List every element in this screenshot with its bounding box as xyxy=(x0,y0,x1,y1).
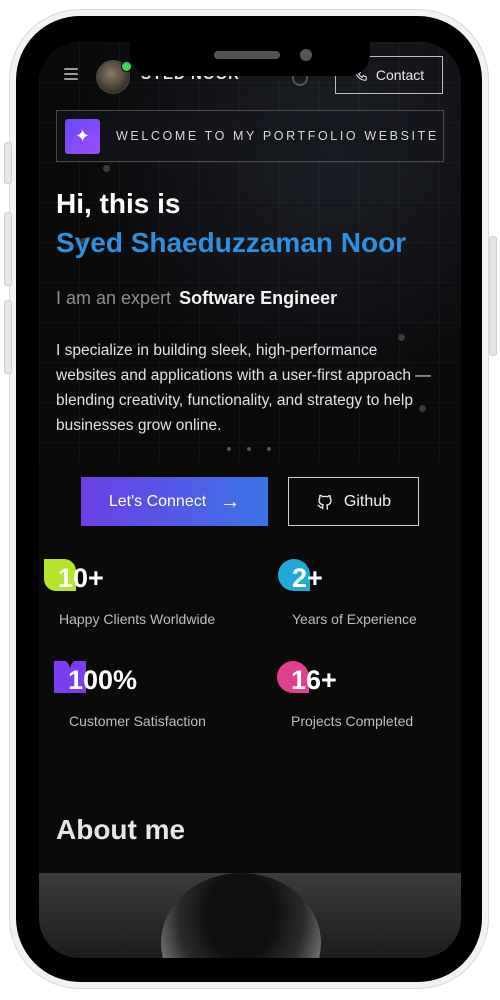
welcome-banner: ✦ WELCOME TO MY PORTFOLIO WEBSITE xyxy=(56,110,444,162)
volume-up-button xyxy=(4,212,12,286)
lets-connect-button[interactable]: Let's Connect → xyxy=(81,477,268,526)
about-title: About me xyxy=(56,814,186,845)
decorative-dot xyxy=(103,165,110,172)
expert-prefix: I am an expert xyxy=(56,288,172,308)
hero-greeting: Hi, this is xyxy=(56,188,181,219)
connect-label: Let's Connect xyxy=(108,492,207,510)
welcome-text: WELCOME TO MY PORTFOLIO WEBSITE xyxy=(116,129,439,143)
volume-down-button xyxy=(4,300,12,374)
stat-label: Customer Satisfaction xyxy=(69,713,206,729)
stat-years-experience: 2+ Years of Experience xyxy=(278,559,448,629)
stat-value: 10+ xyxy=(58,563,104,593)
hero-name: Syed Shaeduzzaman Noor xyxy=(56,227,407,258)
mute-switch xyxy=(4,142,12,184)
github-icon xyxy=(317,494,332,510)
online-status-icon xyxy=(121,61,132,72)
hamburger-menu-icon[interactable] xyxy=(64,68,78,80)
stat-value: 100% xyxy=(68,665,138,695)
expert-role: Software Engineer xyxy=(179,288,338,308)
party-popper-icon: ✦ xyxy=(65,118,100,154)
stat-value: 16+ xyxy=(291,665,337,695)
stat-label: Projects Completed xyxy=(291,713,414,729)
carousel-dots xyxy=(227,447,271,451)
front-camera xyxy=(300,49,312,61)
stat-label: Years of Experience xyxy=(292,611,417,627)
speaker-grille xyxy=(214,51,280,59)
stat-value: 2+ xyxy=(292,563,323,593)
about-photo xyxy=(39,873,461,958)
stat-label: Happy Clients Worldwide xyxy=(59,611,216,627)
phone-screen: SYED NOOR Contact ✦ WELCOME TO MY PORTFO… xyxy=(39,42,461,958)
power-button xyxy=(489,236,497,356)
stat-happy-clients: 10+ Happy Clients Worldwide xyxy=(44,559,244,629)
arrow-right-icon: → xyxy=(220,490,241,513)
expert-line: I am an expert Software Engineer xyxy=(56,288,337,309)
portrait-image xyxy=(161,873,321,958)
github-label: Github xyxy=(343,492,392,510)
hero-intro: I specialize in building sleek, high-per… xyxy=(56,342,431,434)
contact-label: Contact xyxy=(375,67,425,83)
stat-customer-satisfaction: 100% Customer Satisfaction xyxy=(54,661,254,731)
github-button[interactable]: Github xyxy=(288,477,419,526)
stat-projects-completed: 16+ Projects Completed xyxy=(277,661,447,731)
